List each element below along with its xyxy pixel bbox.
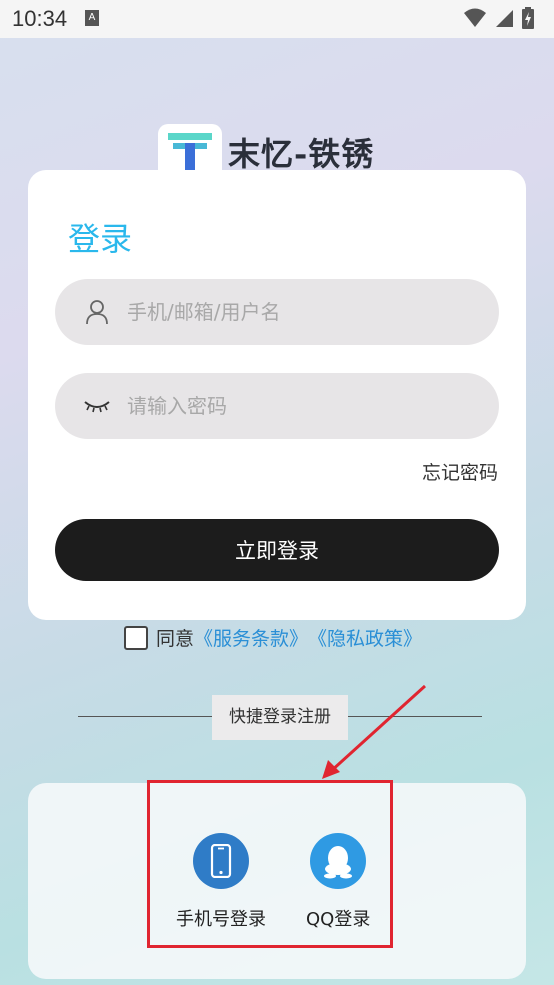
- agreement-row: 同意 《服务条款》 《隐私政策》: [124, 624, 422, 651]
- eye-closed-icon[interactable]: [77, 398, 117, 414]
- quick-login-label: 快捷登录注册: [212, 695, 348, 740]
- brand-name: 末忆-铁锈: [228, 135, 375, 173]
- wifi-icon: [464, 8, 486, 27]
- battery-icon: [522, 7, 534, 29]
- password-field[interactable]: [55, 373, 499, 439]
- username-input[interactable]: [125, 299, 469, 325]
- password-input[interactable]: [125, 393, 469, 419]
- forgot-password-link[interactable]: 忘记密码: [422, 458, 498, 485]
- notification-icon: A: [85, 10, 99, 26]
- status-time: 10:34: [12, 6, 68, 31]
- user-icon: [77, 299, 117, 325]
- agree-checkbox[interactable]: [124, 625, 148, 650]
- divider-left: [78, 716, 212, 717]
- annotation-highlight-box: [147, 780, 393, 948]
- username-field[interactable]: [55, 279, 499, 345]
- status-icons: [464, 7, 534, 29]
- agree-text: 同意: [156, 628, 195, 650]
- login-title: 登录: [68, 220, 133, 258]
- signal-icon: [496, 10, 513, 27]
- login-card: 登录 忘记密码 立即登录: [28, 170, 526, 620]
- login-button[interactable]: 立即登录: [55, 519, 499, 581]
- divider-right: [348, 716, 482, 717]
- privacy-link[interactable]: 《隐私政策》: [308, 624, 422, 651]
- status-bar: 10:34 A: [0, 0, 554, 38]
- terms-link[interactable]: 《服务条款》: [194, 624, 308, 651]
